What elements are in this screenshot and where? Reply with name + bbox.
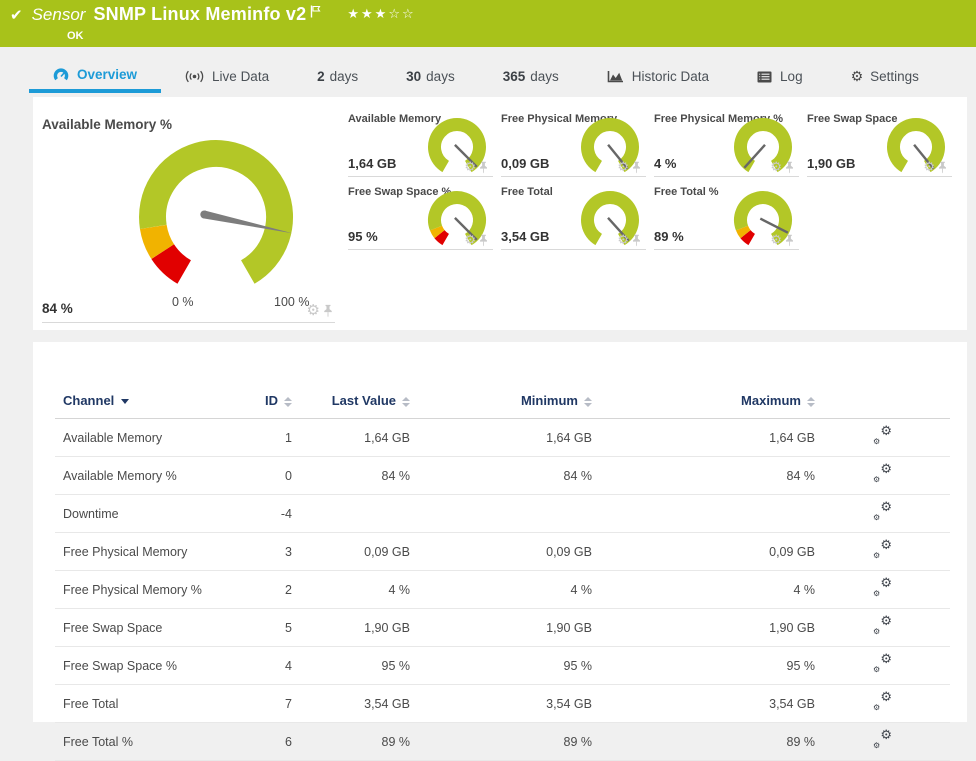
channel-table-panel: Channel ID Last Value Minimum Maximum Av…	[33, 342, 967, 761]
column-header-minimum[interactable]: Minimum	[410, 384, 592, 419]
table-row: Free Physical Memory 3 0,09 GB 0,09 GB 0…	[55, 532, 950, 571]
pin-icon[interactable]	[938, 161, 947, 174]
pin-icon[interactable]	[785, 161, 794, 174]
pin-icon[interactable]	[632, 234, 641, 247]
table-row: Free Swap Space % 4 95 % 95 % 95 % ⚙ ⚙	[55, 646, 950, 685]
table-row: Downtime -4 ⚙ ⚙	[55, 494, 950, 533]
gauge-card-free-swap-space: Free Swap Space 1,90 GB ⚙	[807, 108, 952, 177]
gear-icon[interactable]: ⚙	[923, 161, 935, 174]
pin-icon[interactable]	[785, 234, 794, 247]
gauge-min-label: 0 %	[172, 295, 194, 309]
sort-icon	[402, 396, 410, 407]
main-gauge-value: 84 %	[42, 301, 73, 316]
pin-icon[interactable]	[632, 161, 641, 174]
gear-icon[interactable]: ⚙	[464, 234, 476, 247]
table-row: Available Memory % 0 84 % 84 % 84 % ⚙ ⚙	[55, 456, 950, 495]
main-gauge-dial	[139, 140, 294, 294]
channel-settings-icon[interactable]: ⚙ ⚙	[873, 539, 892, 560]
sort-icon	[284, 396, 292, 407]
table-row: Free Total % 6 89 % 89 % 89 % ⚙ ⚙	[55, 722, 950, 761]
gear-icon[interactable]: ⚙	[307, 303, 320, 318]
channel-settings-icon[interactable]: ⚙ ⚙	[873, 691, 892, 712]
table-row: Free Physical Memory % 2 4 % 4 % 4 % ⚙ ⚙	[55, 570, 950, 609]
mini-gauge-grid: Available Memory 1,64 GB ⚙ Free Physical…	[348, 108, 952, 250]
tab-365-days[interactable]: 365 days	[479, 60, 583, 93]
main-gauge-title: Available Memory %	[42, 117, 173, 132]
gauge-card-free-total-pct: Free Total % 89 % ⚙	[654, 181, 799, 250]
gauge-card-available-memory: Available Memory 1,64 GB ⚙	[348, 108, 493, 177]
pin-icon[interactable]	[479, 234, 488, 247]
tab-bar: Overview Live Data 2 days 30 days 365 da…	[29, 60, 976, 93]
live-data-icon	[185, 70, 204, 83]
priority-stars[interactable]: ★★★☆☆	[347, 7, 415, 22]
main-gauge-card: Available Memory % 0 % 100 % 84 % ⚙	[42, 109, 335, 323]
channel-settings-icon[interactable]: ⚙ ⚙	[873, 463, 892, 484]
tab-live-data[interactable]: Live Data	[161, 60, 293, 93]
gauge-max-label: 100 %	[274, 295, 310, 309]
channel-settings-icon[interactable]: ⚙ ⚙	[873, 653, 892, 674]
stars-filled: ★★★	[347, 7, 389, 22]
tab-log[interactable]: Log	[733, 60, 827, 93]
gauge-card-free-swap-space-pct: Free Swap Space % 95 % ⚙	[348, 181, 493, 250]
sort-desc-icon	[121, 399, 130, 405]
column-header-maximum[interactable]: Maximum	[592, 384, 815, 419]
status-badge: OK	[67, 30, 84, 42]
table-row: Available Memory 1 1,64 GB 1,64 GB 1,64 …	[55, 418, 950, 457]
page-title: SNMP Linux Meminfo v2	[93, 4, 307, 24]
gauge-card-free-physical-memory-pct: Free Physical Memory % 4 % ⚙	[654, 108, 799, 177]
overview-gauges-panel: Available Memory % 0 % 100 % 84 % ⚙ Avai…	[33, 97, 967, 330]
column-header-channel[interactable]: Channel	[55, 384, 248, 419]
log-icon	[757, 71, 772, 83]
gauge-card-free-total: Free Total 3,54 GB ⚙	[501, 181, 646, 250]
table-row: Free Swap Space 5 1,90 GB 1,90 GB 1,90 G…	[55, 608, 950, 647]
channel-settings-icon[interactable]: ⚙ ⚙	[873, 425, 892, 446]
table-header-row: Channel ID Last Value Minimum Maximum	[55, 384, 950, 419]
pin-icon[interactable]	[323, 304, 333, 318]
gear-icon[interactable]: ⚙	[770, 234, 782, 247]
status-ok-icon: ✔	[10, 5, 23, 24]
tab-2-days[interactable]: 2 days	[293, 60, 382, 93]
tab-overview[interactable]: Overview	[29, 60, 162, 93]
tab-settings[interactable]: ⚙ Settings	[827, 60, 943, 93]
tab-historic-data[interactable]: Historic Data	[583, 60, 733, 93]
sort-icon	[807, 396, 815, 407]
historic-chart-icon	[607, 70, 624, 83]
gear-icon[interactable]: ⚙	[770, 161, 782, 174]
channel-table: Channel ID Last Value Minimum Maximum Av…	[55, 384, 950, 761]
channel-settings-icon[interactable]: ⚙ ⚙	[873, 577, 892, 598]
column-header-last-value[interactable]: Last Value	[292, 384, 410, 419]
flag-icon[interactable]	[310, 5, 321, 18]
gauge-card-free-physical-memory: Free Physical Memory 0,09 GB ⚙	[501, 108, 646, 177]
gauge-icon	[53, 68, 69, 82]
pin-icon[interactable]	[479, 161, 488, 174]
gear-icon[interactable]: ⚙	[617, 161, 629, 174]
gear-icon[interactable]: ⚙	[464, 161, 476, 174]
channel-settings-icon[interactable]: ⚙ ⚙	[873, 615, 892, 636]
column-header-actions	[815, 384, 950, 419]
gear-icon: ⚙	[850, 68, 864, 85]
object-kind-label: Sensor	[31, 4, 86, 24]
sensor-header: ✔ Sensor SNMP Linux Meminfo v2 ★★★☆☆ OK	[0, 0, 976, 47]
sort-icon	[584, 396, 592, 407]
stars-empty: ☆☆	[388, 7, 416, 22]
channel-settings-icon[interactable]: ⚙ ⚙	[873, 501, 892, 522]
column-header-id[interactable]: ID	[248, 384, 292, 419]
table-row: Free Total 7 3,54 GB 3,54 GB 3,54 GB ⚙ ⚙	[55, 684, 950, 723]
tab-30-days[interactable]: 30 days	[382, 60, 479, 93]
gear-icon[interactable]: ⚙	[617, 234, 629, 247]
channel-settings-icon[interactable]: ⚙ ⚙	[873, 729, 892, 750]
